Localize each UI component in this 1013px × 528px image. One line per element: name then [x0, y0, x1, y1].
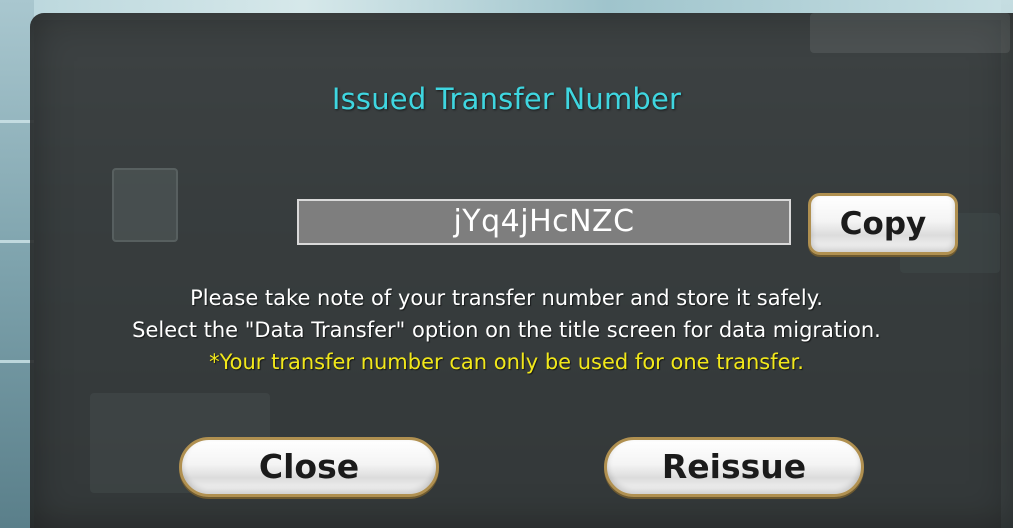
background-light — [810, 13, 1010, 53]
reissue-button[interactable]: Reissue — [604, 437, 864, 497]
close-button[interactable]: Close — [179, 437, 439, 497]
background-window — [112, 168, 178, 242]
dialog-title: Issued Transfer Number — [331, 82, 682, 116]
copy-button[interactable]: Copy — [808, 193, 958, 255]
background-stripe — [0, 120, 34, 123]
background-stripe — [0, 240, 34, 243]
background-scene-left — [0, 0, 34, 528]
instruction-text: Select the "Data Transfer" option on the… — [132, 318, 881, 342]
game-screen: Issued Transfer Number jYq4jHcNZC Copy P… — [0, 0, 1013, 528]
warning-text: *Your transfer number can only be used f… — [209, 350, 804, 374]
instruction-text: Please take note of your transfer number… — [190, 286, 823, 310]
transfer-number-field[interactable]: jYq4jHcNZC — [297, 199, 791, 245]
